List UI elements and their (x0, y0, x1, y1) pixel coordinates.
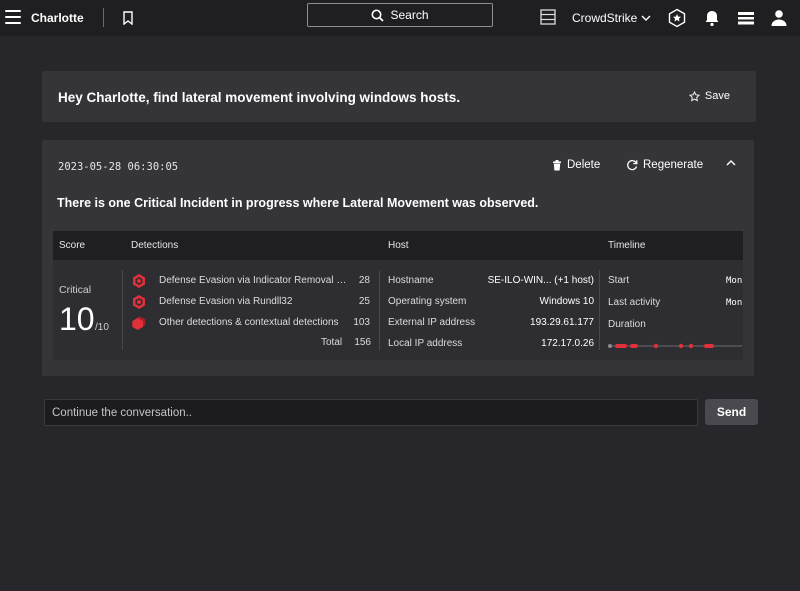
divider (103, 8, 104, 27)
column-divider (122, 270, 123, 350)
column-divider (599, 270, 600, 350)
incident-table: Score Detections Host Timeline Critical … (53, 231, 743, 360)
detection-count: 103 (353, 317, 370, 328)
table-header: Score Detections Host Timeline (53, 231, 743, 260)
host-field-key: Hostname (388, 275, 434, 286)
detection-item[interactable]: Defense Evasion via Rundll32 25 (131, 295, 373, 309)
host-field-value: 193.29.61.177 (530, 317, 594, 328)
collapse-chevron-icon[interactable] (726, 159, 736, 167)
detection-name: Other detections & contextual detections (159, 317, 339, 328)
timeline-duration-label: Duration (608, 319, 646, 330)
regenerate-button[interactable]: Regenerate (626, 159, 703, 171)
search-button[interactable]: Search (307, 3, 493, 27)
header-score: Score (59, 240, 86, 251)
timeline-activity-bar (608, 343, 742, 349)
hexagon-alert-icon (133, 295, 145, 309)
detection-count: 25 (358, 296, 370, 307)
host-field-value: 172.17.0.26 (541, 338, 594, 349)
timeline-start-value: Mon (726, 276, 743, 286)
conversation-input[interactable] (44, 399, 698, 426)
badge-icon[interactable] (667, 8, 687, 28)
timeline-last-activity-value: Mon (726, 298, 743, 308)
switch-icon[interactable] (736, 9, 756, 27)
timeline-last-activity-label: Last activity (608, 297, 661, 308)
search-label: Search (390, 8, 429, 22)
severity-label: Critical (59, 284, 92, 296)
user-prompt-card: Hey Charlotte, find lateral movement inv… (42, 71, 756, 122)
detections-total-value: 156 (354, 337, 371, 348)
response-card: 2023-05-28 06:30:05 Delete Regenerate Th… (42, 140, 754, 376)
stacked-hexagon-icon (132, 316, 146, 331)
top-navigation-bar: Charlotte Search CrowdStrike (0, 0, 800, 36)
user-icon[interactable] (769, 9, 789, 27)
save-label: Save (704, 90, 730, 102)
timeline-start-label: Start (608, 275, 630, 286)
host-field-value: Windows 10 (539, 296, 594, 307)
bell-icon[interactable] (702, 9, 722, 27)
app-title: Charlotte (31, 11, 84, 25)
detections-total-label: Total (321, 337, 343, 348)
delete-button[interactable]: Delete (552, 159, 600, 171)
layout-icon[interactable] (540, 9, 556, 25)
send-button[interactable]: Send (705, 399, 758, 425)
hexagon-alert-icon (133, 274, 145, 288)
header-host: Host (388, 240, 409, 251)
star-icon (688, 90, 700, 102)
detection-count: 28 (358, 275, 370, 286)
host-field-key: External IP address (388, 317, 476, 328)
user-prompt-text: Hey Charlotte, find lateral movement inv… (58, 90, 461, 105)
host-field-value: SE-ILO-WIN... (+1 host) (487, 275, 594, 286)
response-timestamp: 2023-05-28 06:30:05 (58, 161, 179, 173)
regenerate-label: Regenerate (643, 159, 704, 171)
detection-name: Defense Evasion via Indicator Removal on… (159, 275, 347, 286)
delete-label: Delete (567, 159, 601, 171)
table-row[interactable]: Critical 10 /10 Defense Evasion via Indi… (53, 260, 743, 360)
detection-name: Defense Evasion via Rundll32 (159, 296, 293, 307)
refresh-icon (627, 159, 638, 171)
search-icon (371, 9, 385, 22)
response-headline: There is one Critical Incident in progre… (57, 196, 539, 210)
header-timeline: Timeline (608, 240, 646, 251)
tenant-selector[interactable]: CrowdStrike (572, 11, 651, 25)
hamburger-menu-icon[interactable] (5, 10, 21, 24)
detection-item[interactable]: Defense Evasion via Indicator Removal on… (131, 274, 373, 288)
column-divider (379, 270, 380, 350)
score-denominator: /10 (95, 322, 109, 333)
detection-item[interactable]: Other detections & contextual detections… (131, 316, 373, 331)
score-value: 10 (59, 301, 95, 337)
host-field-key: Local IP address (388, 338, 463, 349)
bookmark-icon[interactable] (122, 11, 134, 25)
save-button[interactable]: Save (688, 90, 730, 102)
header-detections: Detections (131, 240, 179, 251)
tenant-name: CrowdStrike (572, 11, 638, 25)
host-field-key: Operating system (388, 296, 467, 307)
trash-icon (553, 159, 561, 170)
chevron-down-icon (641, 15, 651, 21)
